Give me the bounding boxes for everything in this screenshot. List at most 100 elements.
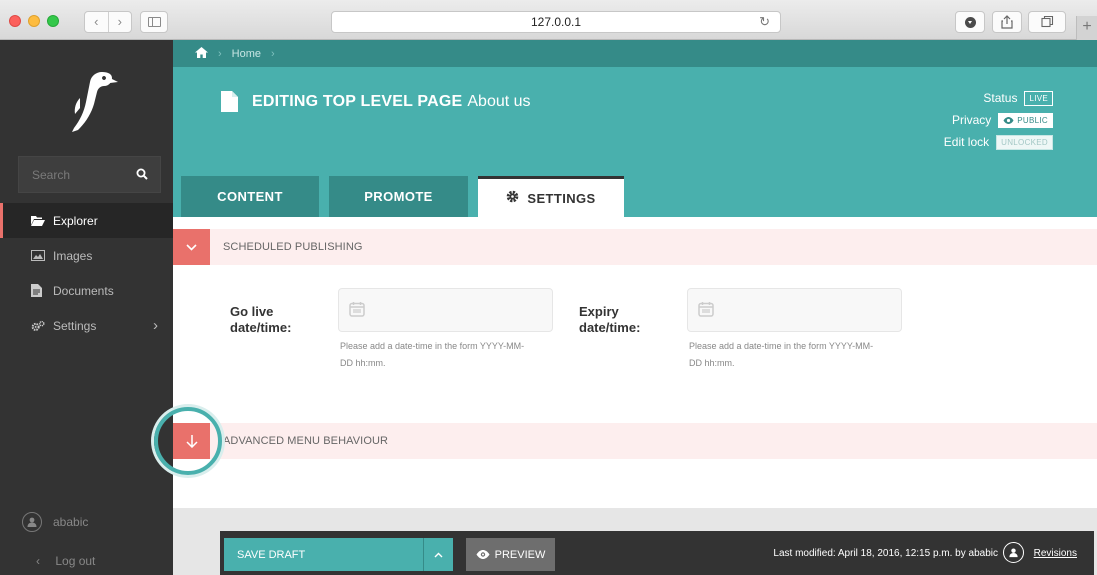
sidebar-item-settings[interactable]: Settings › [0,308,173,343]
status-row: Status LIVE [944,87,1053,109]
page-title: EDITING TOP LEVEL PAGE About us [221,91,531,112]
go-live-label: Go live date/time: [230,304,291,336]
tab-overview-button[interactable] [1028,11,1066,33]
new-tab-button[interactable]: + [1076,16,1097,40]
advanced-menu-behaviour-header[interactable]: ADVANCED MENU BEHAVIOUR [173,423,1097,459]
logout-link[interactable]: ‹ Log out [36,554,95,568]
tab-bar: CONTENT PROMOTE SETTINGS [181,176,634,217]
section-title: SCHEDULED PUBLISHING [223,241,363,253]
downloads-button[interactable] [955,11,985,33]
sidebar-icon [147,17,161,27]
help-line: Please add a date-time in the form YYYY-… [340,341,525,351]
highlight-ring [154,407,222,475]
search-input[interactable] [19,157,129,192]
tab-content[interactable]: CONTENT [181,176,319,217]
go-live-datetime-field[interactable] [338,288,553,332]
close-window-button[interactable] [9,15,21,27]
revisions-link[interactable]: Revisions [1034,548,1077,559]
calendar-icon [698,301,714,320]
back-button[interactable]: ‹ [85,12,109,32]
privacy-badge[interactable]: PUBLIC [998,112,1053,128]
download-icon [964,17,976,28]
browser-toolbar: ‹ › 127.0.0.1 ↻ + [0,0,1097,40]
sidebar-item-label: Explorer [53,213,98,228]
breadcrumb-separator: › [271,47,275,60]
chevron-left-icon: ‹ [36,554,40,568]
breadcrumb-home[interactable]: Home [232,48,261,60]
last-modified-text: Last modified: April 18, 2016, 12:15 p.m… [773,548,998,559]
section-title: ADVANCED MENU BEHAVIOUR [223,435,389,447]
sidebar-toggle-button[interactable] [140,11,168,33]
go-live-label-line1: Go live [230,304,274,319]
expiry-label: Expiry date/time: [579,304,640,336]
status-badge[interactable]: LIVE [1024,90,1053,106]
tabs-icon [1040,15,1053,28]
avatar [1003,542,1024,563]
help-line: DD hh:mm. [689,358,735,368]
address-bar[interactable]: 127.0.0.1 ↻ [331,11,781,33]
search-icon[interactable] [136,168,148,183]
privacy-label: Privacy [951,113,992,127]
expiry-input[interactable] [723,289,893,331]
preview-button[interactable]: PREVIEW [466,538,555,571]
page-header: › Home › EDITING TOP LEVEL PAGE About us… [173,40,1097,217]
cogs-icon [31,320,45,332]
go-live-label-line2: date/time: [230,320,292,335]
image-icon [31,250,45,261]
sidebar: Explorer Images Documents Settings › aba… [0,40,173,575]
sidebar-item-explorer[interactable]: Explorer [0,203,173,238]
status-label: Status [983,91,1018,105]
zoom-window-button[interactable] [47,15,59,27]
expiry-label-line2: date/time: [579,320,641,335]
chevron-right-icon: › [153,317,158,334]
expiry-datetime-field[interactable] [687,288,902,332]
avatar [22,512,42,532]
breadcrumb-separator: › [218,47,222,60]
edit-lock-label: Edit lock [943,135,990,149]
help-line: Please add a date-time in the form YYYY-… [689,341,874,351]
wagtail-logo[interactable] [60,68,120,139]
sidebar-item-label: Documents [53,283,114,298]
reload-icon[interactable]: ↻ [759,12,770,32]
go-live-input[interactable] [374,289,544,331]
privacy-row: Privacy PUBLIC [944,109,1053,131]
username: ababic [53,515,89,529]
tab-settings-label: SETTINGS [527,190,596,206]
minimize-window-button[interactable] [28,15,40,27]
title-prefix: EDITING TOP LEVEL PAGE [252,92,463,110]
sidebar-item-documents[interactable]: Documents [0,273,173,308]
url-text: 127.0.0.1 [530,15,582,29]
collapse-toggle[interactable] [173,229,210,265]
folder-open-icon [31,215,45,226]
chevron-up-icon [434,552,443,557]
sidebar-item-label: Images [53,248,93,263]
breadcrumb: › Home › [173,40,1097,67]
save-draft-button[interactable]: SAVE DRAFT [224,538,423,571]
scheduled-publishing-header[interactable]: SCHEDULED PUBLISHING [173,229,1097,265]
gear-icon [506,190,519,206]
forward-button[interactable]: › [109,12,132,32]
go-live-help-text: Please add a date-time in the form YYYY-… [340,338,560,372]
document-icon [31,284,45,297]
eye-icon [476,550,490,559]
share-button[interactable] [992,11,1022,33]
edit-lock-badge[interactable]: UNLOCKED [996,134,1053,150]
more-actions-button[interactable] [423,538,453,571]
page-icon [221,91,238,112]
tab-settings[interactable]: SETTINGS [478,176,624,217]
eye-icon [1003,116,1014,124]
tab-promote[interactable]: PROMOTE [329,176,468,217]
history-nav: ‹ › [84,11,132,33]
sidebar-item-images[interactable]: Images [0,238,173,273]
share-icon [1001,15,1013,29]
search-box [18,156,161,193]
page-name: About us [467,92,531,110]
page-meta: Status LIVE Privacy PUBLIC Edit lock UNL… [944,87,1053,153]
expiry-label-line1: Expiry [579,304,619,319]
action-bar: SAVE DRAFT PREVIEW Last modified: April … [220,531,1094,575]
account-menu[interactable]: ababic [22,512,88,532]
help-line: DD hh:mm. [340,358,386,368]
chevron-down-icon [186,243,197,251]
home-icon[interactable] [195,46,208,61]
lock-row: Edit lock UNLOCKED [944,131,1053,153]
